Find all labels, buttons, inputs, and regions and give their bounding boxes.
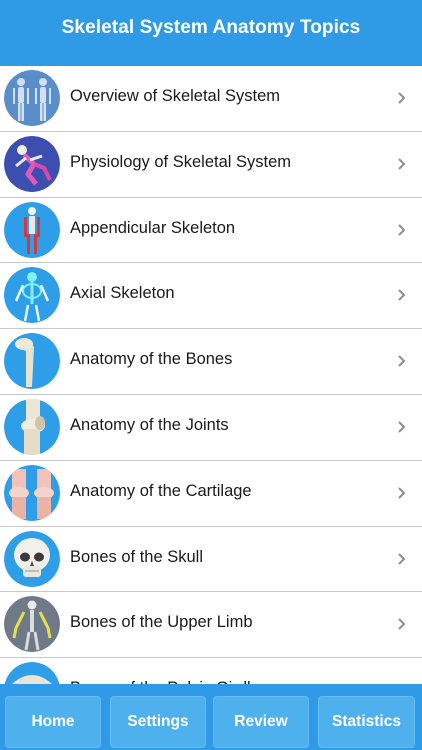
- topic-row-joints[interactable]: Anatomy of the Joints: [0, 395, 422, 461]
- chevron-right-icon: [396, 220, 408, 240]
- topic-label: Axial Skeleton: [70, 284, 175, 303]
- chevron-right-icon: [396, 154, 408, 174]
- skeleton-overview-icon: [4, 70, 60, 126]
- skull-icon: [4, 530, 60, 587]
- review-button[interactable]: Review: [213, 696, 309, 748]
- topic-row-axial[interactable]: Axial Skeleton: [0, 263, 422, 330]
- pelvic-girdle-icon: [4, 662, 60, 684]
- chevron-right-icon: [396, 88, 408, 108]
- topic-label: Appendicular Skeleton: [70, 218, 236, 237]
- chevron-right-icon: [396, 614, 408, 634]
- topic-row-appendicular[interactable]: Appendicular Skeleton: [0, 198, 422, 264]
- topic-label: Overview of Skeletal System: [70, 87, 280, 105]
- app-header: Skeletal System Anatomy Topics: [0, 0, 422, 66]
- topic-row-skull[interactable]: Bones of the Skull: [0, 527, 422, 593]
- topic-row-physiology[interactable]: Physiology of Skeletal System: [0, 132, 422, 198]
- topic-row-upper-limb[interactable]: Bones of the Upper Limb: [0, 592, 422, 659]
- topic-row-pelvic-girdle[interactable]: Bones of the Pelvic Girdle: [0, 658, 422, 684]
- chevron-right-icon: [396, 417, 408, 437]
- topic-row-bones[interactable]: Anatomy of the Bones: [0, 329, 422, 395]
- topic-list[interactable]: Overview of Skeletal System Physiology o…: [0, 66, 422, 684]
- running-skeleton-icon: [4, 135, 60, 192]
- appendicular-skeleton-icon: [4, 201, 60, 258]
- topic-label: Anatomy of the Bones: [70, 350, 233, 369]
- chevron-right-icon: [396, 285, 408, 305]
- settings-button[interactable]: Settings: [110, 696, 206, 748]
- bottom-tab-bar: Home Settings Review Statistics: [0, 684, 422, 750]
- topic-label: Bones of the Skull: [70, 547, 203, 566]
- chevron-right-icon: [396, 483, 408, 503]
- page-title: Skeletal System Anatomy Topics: [61, 17, 361, 38]
- chevron-right-icon: [396, 549, 408, 569]
- home-button[interactable]: Home: [5, 696, 101, 748]
- topic-label: Physiology of Skeletal System: [70, 152, 292, 171]
- topic-row-overview[interactable]: Overview of Skeletal System: [0, 66, 422, 132]
- knee-joint-icon: [4, 398, 60, 455]
- chevron-right-icon: [396, 351, 408, 371]
- topic-label: Bones of the Pelvic Girdle: [70, 658, 260, 684]
- topic-label: Bones of the Upper Limb: [70, 613, 253, 632]
- axial-skeleton-icon: [4, 267, 60, 324]
- upper-limb-icon: [4, 596, 60, 653]
- cartilage-icon: [4, 464, 60, 521]
- topic-label: Anatomy of the Joints: [70, 415, 229, 434]
- topic-row-cartilage[interactable]: Anatomy of the Cartilage: [0, 461, 422, 527]
- topic-label: Anatomy of the Cartilage: [70, 481, 252, 500]
- bone-icon: [4, 333, 60, 390]
- statistics-button[interactable]: Statistics: [318, 696, 415, 748]
